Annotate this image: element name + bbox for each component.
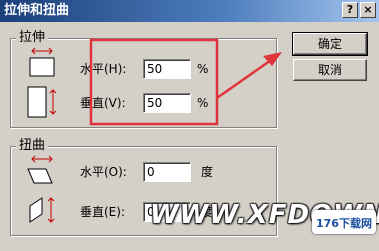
highlight-rectangle <box>89 38 219 126</box>
annotation-arrow-line <box>216 56 275 100</box>
watermark-logo: 176下载网 <box>312 210 376 234</box>
watermark-logo-text: 176下载网 <box>316 217 372 230</box>
